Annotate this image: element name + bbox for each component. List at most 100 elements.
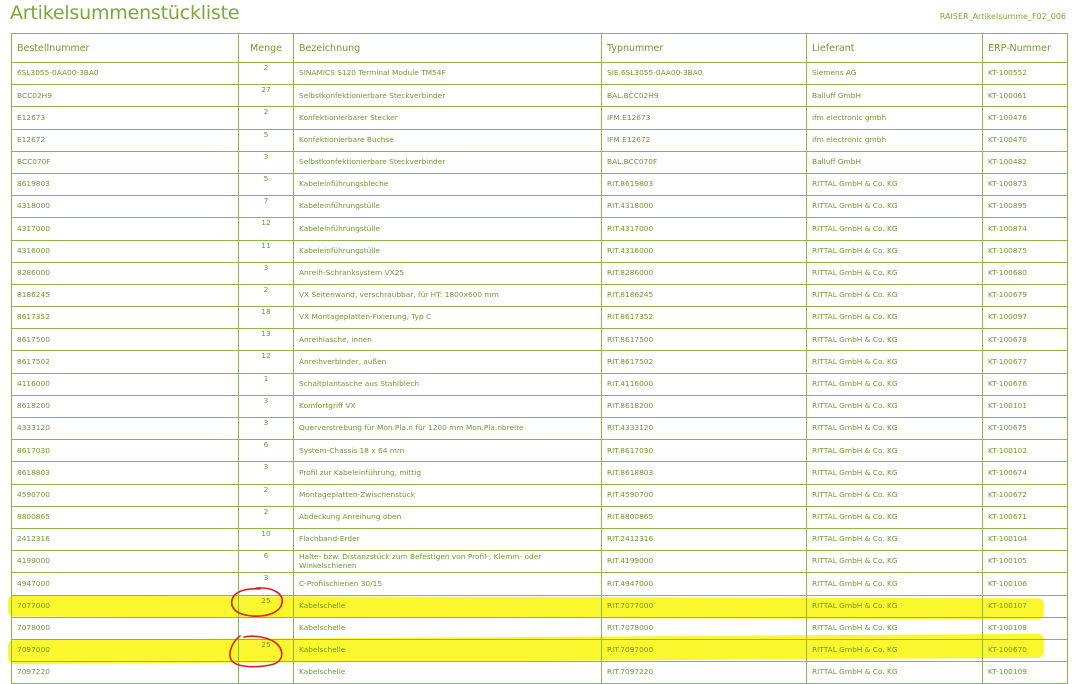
cell-lieferant: RITTAL GmbH & Co. KG bbox=[806, 594, 983, 618]
table-row: 2412316 10 Flachband-Erder RIT.2412316 RITTA… bbox=[11, 527, 1068, 552]
cell-bestellnummer: 7097000 bbox=[11, 638, 239, 663]
cell-bezeichnung: Kabeleinführungsbleche bbox=[293, 172, 602, 197]
cell-bezeichnung: Kabelschelle bbox=[293, 661, 602, 684]
cell-menge: 12 bbox=[238, 217, 294, 241]
table-row: 4947000 3 C-Profilschienen 30/15 RIT.494700… bbox=[11, 572, 1068, 596]
cell-erp-nummer: KT-100108 bbox=[982, 616, 1068, 640]
table-row: 8619803 5 Kabeleinführungsbleche RIT.861980… bbox=[11, 172, 1068, 197]
cell-erp-nummer: KT-100672 bbox=[982, 483, 1068, 507]
cell-erp-nummer: KT-100097 bbox=[982, 306, 1068, 330]
cell-bezeichnung: Kabelschelle bbox=[293, 594, 602, 618]
cell-typnummer: RIT.8617502 bbox=[601, 350, 807, 374]
table-row: 8618803 3 Profil zur Kabeleinführung, mitt… bbox=[11, 461, 1068, 485]
cell-erp-nummer: KT-100875 bbox=[982, 239, 1068, 263]
table-header-row: Bestellnummer Menge Bezeichnung Typnumme… bbox=[11, 33, 1068, 63]
table-row: 7097000 25 Kabelschelle RIT.7097000 RITTAL G… bbox=[11, 638, 1068, 663]
cell-erp-nummer: KT-100101 bbox=[982, 394, 1068, 419]
cell-lieferant: RITTAL GmbH & Co. KG bbox=[806, 306, 983, 330]
cell-lieferant: Balluff GmbH bbox=[806, 150, 983, 174]
cell-bezeichnung: Kabelschelle bbox=[293, 616, 602, 640]
cell-menge: 13 bbox=[238, 328, 294, 352]
cell-erp-nummer: KT-100470 bbox=[982, 128, 1068, 152]
column-header-bezeichnung[interactable]: Bezeichnung bbox=[293, 33, 602, 63]
table-row: E12672 5 Konfektionierbare Buchse IFM.E1267… bbox=[11, 128, 1068, 152]
cell-erp-nummer: KT-100476 bbox=[982, 106, 1068, 130]
cell-erp-nummer: KT-100105 bbox=[982, 550, 1068, 574]
cell-bezeichnung: Komfortgriff VX bbox=[293, 394, 602, 419]
cell-typnummer: BAL.BCC02H9 bbox=[601, 84, 807, 108]
cell-lieferant: RITTAL GmbH & Co. KG bbox=[806, 172, 983, 197]
cell-typnummer: RIT.2412316 bbox=[601, 527, 807, 552]
cell-bestellnummer: E12672 bbox=[11, 128, 239, 152]
column-header-erp-nummer[interactable]: ERP-Nummer bbox=[982, 33, 1068, 63]
table-row: 4317000 12 Kabeleinführungstülle RIT.431700… bbox=[11, 217, 1068, 241]
cell-typnummer: RIT.8619803 bbox=[601, 172, 807, 197]
cell-bezeichnung: Konfektionierbare Buchse bbox=[293, 128, 602, 152]
cell-bezeichnung: Halte- bzw. Distanzstück zum Befestigen … bbox=[293, 550, 602, 574]
table-row: 4116000 1 Schaltplantasche aus Stahlblech R… bbox=[11, 372, 1068, 396]
table-row: 8186245 2 VX Seitenwand, verschraubbar, fü… bbox=[11, 283, 1068, 308]
cell-lieferant: RITTAL GmbH & Co. KG bbox=[806, 394, 983, 419]
cell-typnummer: SIE.6SL3055-0AA00-3BA0 bbox=[601, 61, 807, 86]
cell-typnummer: RIT.4317000 bbox=[601, 217, 807, 241]
table-row: 8617352 18 VX Montageplatten-Fixierung, Ty… bbox=[11, 306, 1068, 330]
cell-bezeichnung: Profil zur Kabeleinführung, mittig bbox=[293, 461, 602, 485]
cell-erp-nummer: KT-100670 bbox=[982, 638, 1068, 663]
cell-menge: 3 bbox=[238, 461, 294, 485]
cell-erp-nummer: KT-100671 bbox=[982, 505, 1068, 529]
cell-bezeichnung: Selbstkonfektionierbare Steckverbinder bbox=[293, 84, 602, 108]
cell-bezeichnung: Flachband-Erder bbox=[293, 527, 602, 552]
cell-bestellnummer: 2412316 bbox=[11, 527, 239, 552]
cell-lieferant: RITTAL GmbH & Co. KG bbox=[806, 350, 983, 374]
cell-menge: 3 bbox=[238, 416, 294, 441]
cell-bestellnummer: 8186245 bbox=[11, 283, 239, 308]
column-header-menge[interactable]: Menge bbox=[238, 33, 294, 63]
table-row: 7077000 25 Kabelschelle RIT.7077000 RITTAL G… bbox=[11, 594, 1068, 618]
document-id: RAISER_Artikelsumme_F02_006 bbox=[939, 12, 1066, 21]
cell-lieferant: RITTAL GmbH & Co. KG bbox=[806, 527, 983, 552]
cell-bestellnummer: 8617502 bbox=[11, 350, 239, 374]
cell-typnummer: RIT.4590700 bbox=[601, 483, 807, 507]
cell-menge: 1 bbox=[238, 372, 294, 396]
cell-bezeichnung: Kabelschelle bbox=[293, 638, 602, 663]
cell-menge: 3 bbox=[238, 150, 294, 174]
cell-lieferant: RITTAL GmbH & Co. KG bbox=[806, 661, 983, 684]
cell-bezeichnung: VX Montageplatten-Fixierung, Typ C bbox=[293, 306, 602, 330]
table-row: 8617500 13 Anreihlasche, innen RIT.8617500 R… bbox=[11, 328, 1068, 352]
cell-lieferant: RITTAL GmbH & Co. KG bbox=[806, 416, 983, 441]
table-row: 4590700 2 Montageplatten-Zwischenstück RIT.… bbox=[11, 483, 1068, 507]
column-header-typnummer[interactable]: Typnummer bbox=[601, 33, 807, 63]
cell-menge: 5 bbox=[238, 172, 294, 197]
cell-bestellnummer: 4333120 bbox=[11, 416, 239, 441]
table-row: 8618200 3 Komfortgriff VX RIT.8618200 RITTAL… bbox=[11, 394, 1068, 419]
table-row: 4199000 6 Halte- bzw. Distanzstück zum Bef… bbox=[11, 550, 1068, 574]
cell-erp-nummer: KT-100674 bbox=[982, 461, 1068, 485]
cell-bestellnummer: 4947000 bbox=[11, 572, 239, 596]
cell-bestellnummer: 8286000 bbox=[11, 261, 239, 285]
cell-menge: 3 bbox=[238, 261, 294, 285]
cell-lieferant: RITTAL GmbH & Co. KG bbox=[806, 217, 983, 241]
cell-lieferant: RITTAL GmbH & Co. KG bbox=[806, 505, 983, 529]
cell-menge: 18 bbox=[238, 306, 294, 330]
column-header-lieferant[interactable]: Lieferant bbox=[806, 33, 983, 63]
cell-bestellnummer: 8800865 bbox=[11, 505, 239, 529]
cell-erp-nummer: KT-100109 bbox=[982, 661, 1068, 684]
cell-menge: 2 bbox=[238, 505, 294, 529]
cell-erp-nummer: KT-100676 bbox=[982, 372, 1068, 396]
column-header-bestellnummer[interactable]: Bestellnummer bbox=[11, 33, 239, 63]
cell-lieferant: RITTAL GmbH & Co. KG bbox=[806, 261, 983, 285]
cell-erp-nummer: KT-100104 bbox=[982, 527, 1068, 552]
cell-typnummer: RIT.7097000 bbox=[601, 638, 807, 663]
cell-typnummer: RIT.4316000 bbox=[601, 239, 807, 263]
cell-lieferant: RITTAL GmbH & Co. KG bbox=[806, 461, 983, 485]
cell-lieferant: ifm electronic gmbh bbox=[806, 128, 983, 152]
cell-typnummer: RIT.8186245 bbox=[601, 283, 807, 308]
cell-erp-nummer: KT-100482 bbox=[982, 150, 1068, 174]
cell-typnummer: RIT.4318000 bbox=[601, 195, 807, 219]
cell-bestellnummer: 7097220 bbox=[11, 661, 239, 684]
cell-lieferant: RITTAL GmbH & Co. KG bbox=[806, 638, 983, 663]
cell-lieferant: RITTAL GmbH & Co. KG bbox=[806, 572, 983, 596]
cell-menge: 3 bbox=[238, 394, 294, 419]
cell-menge: 7 bbox=[238, 195, 294, 219]
cell-typnummer: RIT.4116000 bbox=[601, 372, 807, 396]
